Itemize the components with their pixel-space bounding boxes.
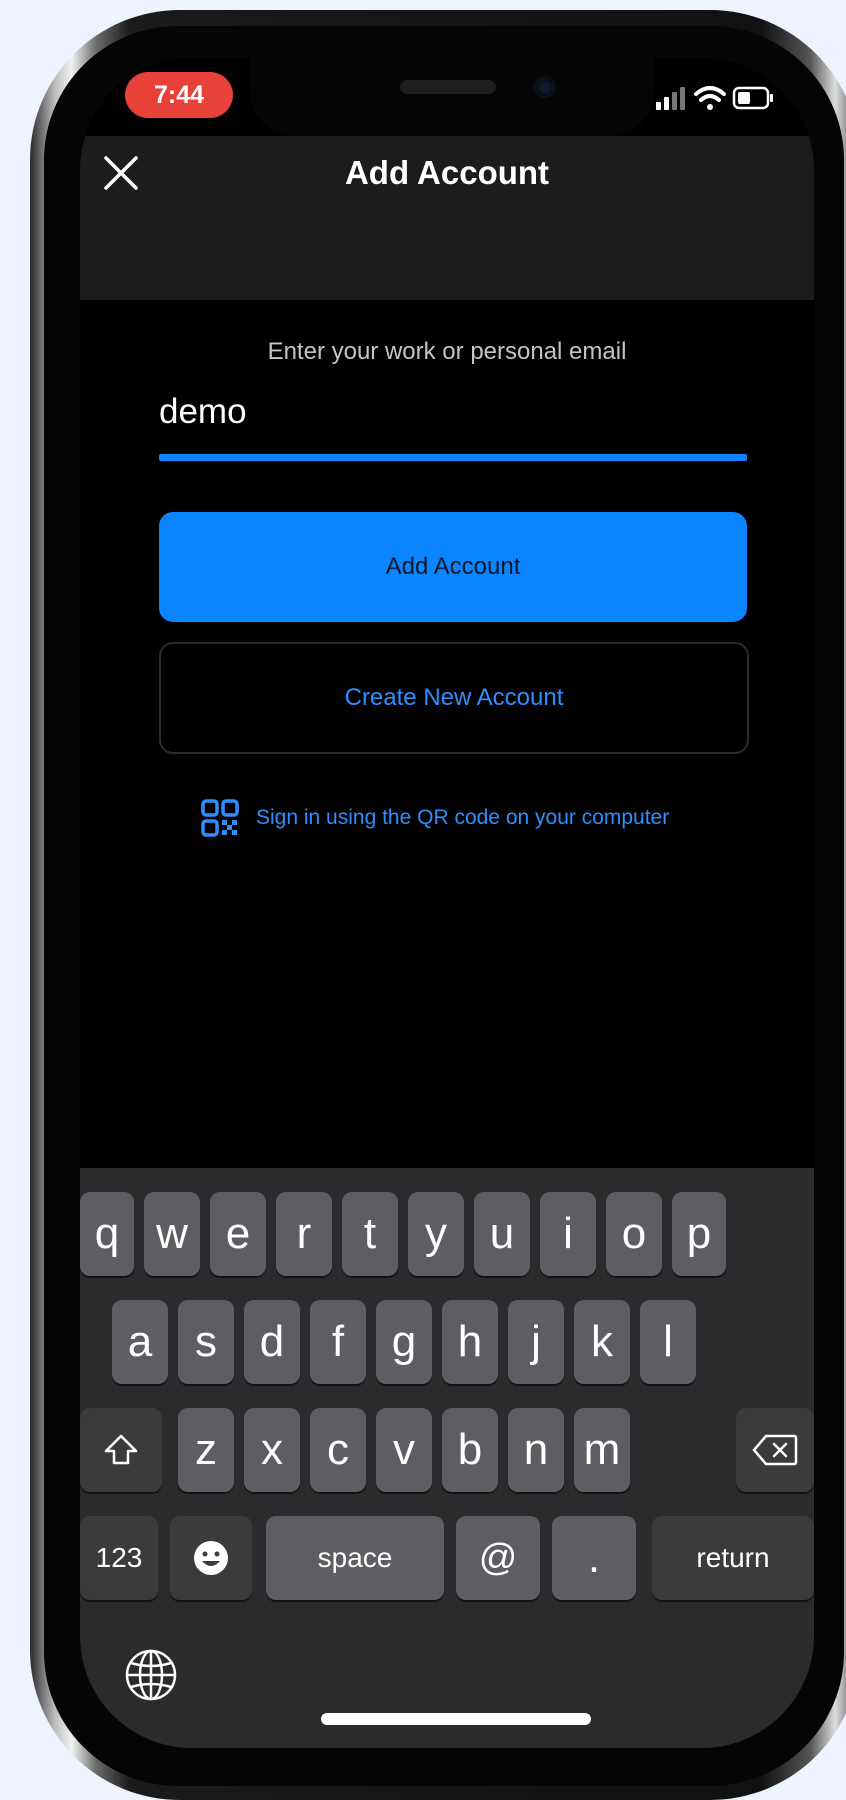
status-icons	[656, 86, 773, 110]
notch	[250, 58, 654, 136]
key-v[interactable]: v	[376, 1408, 432, 1492]
qr-signin-link[interactable]: Sign in using the QR code on your comput…	[200, 798, 669, 838]
qr-code-icon	[201, 799, 239, 837]
email-prompt: Enter your work or personal email	[267, 338, 627, 365]
globe-icon[interactable]	[124, 1648, 178, 1702]
key-r[interactable]: r	[276, 1192, 332, 1276]
add-account-label: Add Account	[385, 553, 521, 580]
key-n[interactable]: n	[508, 1408, 564, 1492]
phone-screen: 7:44 Add Account Enter your work or pers…	[80, 58, 814, 1748]
key-b[interactable]: b	[442, 1408, 498, 1492]
email-input-underline	[159, 454, 747, 461]
speaker	[400, 80, 496, 94]
return-key[interactable]: return	[652, 1516, 814, 1600]
signal-icon	[656, 87, 685, 110]
key-f[interactable]: f	[310, 1300, 366, 1384]
create-account-label: Create New Account	[344, 684, 564, 711]
key-c[interactable]: c	[310, 1408, 366, 1492]
period-key[interactable]: .	[552, 1516, 636, 1600]
key-d[interactable]: d	[244, 1300, 300, 1384]
key-p[interactable]: p	[672, 1192, 726, 1276]
delete-key[interactable]	[736, 1408, 814, 1492]
status-time: 7:44	[125, 72, 233, 118]
key-m[interactable]: m	[574, 1408, 630, 1492]
key-x[interactable]: x	[244, 1408, 300, 1492]
numbers-key[interactable]: 123	[80, 1516, 158, 1600]
key-q[interactable]: q	[80, 1192, 134, 1276]
key-l[interactable]: l	[640, 1300, 696, 1384]
wifi-icon	[694, 86, 726, 110]
emoji-key[interactable]	[170, 1516, 252, 1600]
qr-signin-label: Sign in using the QR code on your comput…	[256, 806, 670, 829]
key-u[interactable]: u	[474, 1192, 530, 1276]
key-h[interactable]: h	[442, 1300, 498, 1384]
emoji-icon	[194, 1541, 228, 1575]
key-a[interactable]: a	[112, 1300, 168, 1384]
add-account-button[interactable]: Add Account	[159, 512, 747, 622]
key-w[interactable]: w	[144, 1192, 200, 1276]
backspace-icon	[752, 1434, 798, 1466]
email-input[interactable]: demo	[159, 392, 247, 432]
space-key[interactable]: space	[266, 1516, 444, 1600]
keyboard: q w e r t y u i o p a s d f g h j k l z …	[80, 1168, 814, 1748]
front-camera	[534, 76, 556, 98]
key-o[interactable]: o	[606, 1192, 662, 1276]
shift-icon	[104, 1434, 138, 1465]
page-title: Add Account	[344, 154, 550, 191]
key-z[interactable]: z	[178, 1408, 234, 1492]
key-g[interactable]: g	[376, 1300, 432, 1384]
key-t[interactable]: t	[342, 1192, 398, 1276]
key-y[interactable]: y	[408, 1192, 464, 1276]
home-indicator[interactable]	[321, 1713, 591, 1725]
shift-key[interactable]	[80, 1408, 162, 1492]
key-i[interactable]: i	[540, 1192, 596, 1276]
battery-icon	[732, 86, 773, 110]
key-e[interactable]: e	[210, 1192, 266, 1276]
key-s[interactable]: s	[178, 1300, 234, 1384]
create-new-account-button[interactable]: Create New Account	[159, 642, 749, 754]
at-key[interactable]: @	[456, 1516, 540, 1600]
key-j[interactable]: j	[508, 1300, 564, 1384]
key-k[interactable]: k	[574, 1300, 630, 1384]
